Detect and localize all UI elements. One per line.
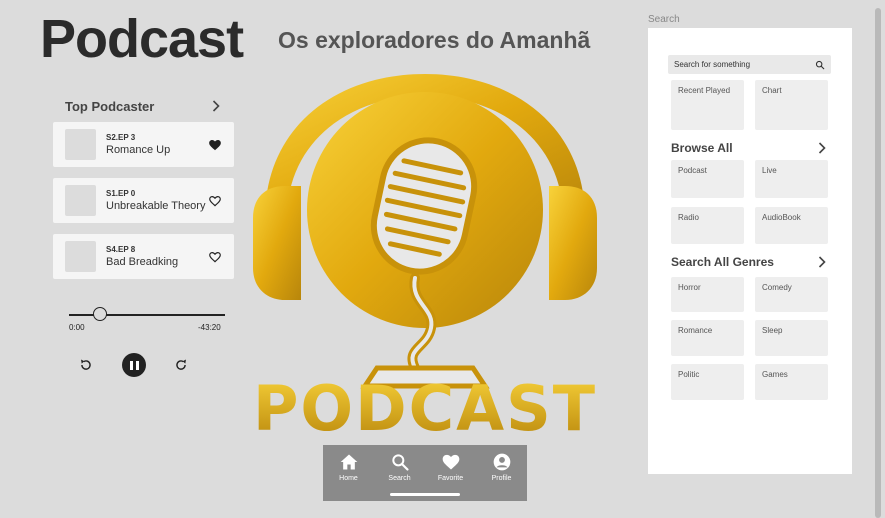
pause-button[interactable] [122,353,146,377]
search-icon [391,454,409,471]
chevron-right-icon[interactable] [818,142,826,154]
active-nav-indicator [390,493,460,496]
nav-favorite-label: Favorite [437,475,464,482]
episode-card[interactable]: S1.EP 0 Unbreakable Theory [53,178,234,223]
tile-audiobook[interactable]: AudioBook [755,207,828,244]
podcast-microphone-logo: PODCAST [253,74,597,440]
episode-thumbnail [65,185,96,216]
tile-romance[interactable]: Romance [671,320,744,356]
episode-code: S2.EP 3 [106,133,136,142]
episode-card[interactable]: S2.EP 3 Romance Up [53,122,234,167]
tile-sleep[interactable]: Sleep [755,320,828,356]
search-box[interactable] [668,55,831,74]
episode-thumbnail [65,129,96,160]
nav-search-label: Search [388,475,411,482]
tile-games[interactable]: Games [755,364,828,400]
tile-horror[interactable]: Horror [671,277,744,312]
time-remaining: -43:20 [198,323,221,332]
tile-politic[interactable]: Politic [671,364,744,400]
search-all-genres-header[interactable]: Search All Genres [671,255,826,269]
app-title: Podcast [40,9,244,69]
episode-code: S4.EP 8 [106,245,136,254]
top-podcaster-heading: Top Podcaster [65,99,155,114]
podcast-subtitle: Os exploradores do Amanhã [278,27,591,53]
search-caption: Search [648,14,680,25]
episode-card[interactable]: S4.EP 8 Bad Breadking [53,234,234,279]
episode-title: Bad Breadking [106,256,179,268]
nav-home[interactable]: Home [326,452,372,482]
heart-outline-icon[interactable] [208,250,222,264]
tile-podcast[interactable]: Podcast [671,160,744,198]
episode-title: Romance Up [106,144,171,156]
pause-icon [129,360,133,370]
tile-comedy[interactable]: Comedy [755,277,828,312]
heart-outline-icon[interactable] [208,194,222,208]
nav-favorite[interactable]: Favorite [428,452,474,482]
tile-recent-played[interactable]: Recent Played [671,80,744,130]
top-podcaster-header[interactable]: Top Podcaster [65,99,220,114]
scrollbar[interactable] [875,8,881,518]
nav-home-label: Home [339,475,358,482]
home-icon [340,454,357,470]
nav-profile-label: Profile [491,475,512,482]
browse-all-heading: Browse All [671,141,733,155]
rewind-icon[interactable] [79,358,93,372]
chevron-right-icon[interactable] [818,256,826,268]
heart-icon [442,454,459,470]
episode-thumbnail [65,241,96,272]
search-all-genres-heading: Search All Genres [671,255,774,269]
tile-chart[interactable]: Chart [755,80,828,130]
tile-live[interactable]: Live [755,160,828,198]
nav-search[interactable]: Search [377,452,423,482]
logo-text: PODCAST [253,372,597,440]
forward-icon[interactable] [174,358,188,372]
tile-radio[interactable]: Radio [671,207,744,244]
chevron-right-icon[interactable] [212,99,220,114]
episode-title: Unbreakable Theory [106,200,206,212]
nav-profile[interactable]: Profile [479,452,525,482]
episode-code: S1.EP 0 [106,189,136,198]
search-input[interactable] [674,60,804,69]
heart-filled-icon[interactable] [208,138,222,152]
time-elapsed: 0:00 [69,323,85,332]
browse-all-header[interactable]: Browse All [671,141,826,155]
progress-handle[interactable] [93,307,108,321]
profile-icon [493,453,510,471]
search-icon[interactable] [815,60,825,70]
